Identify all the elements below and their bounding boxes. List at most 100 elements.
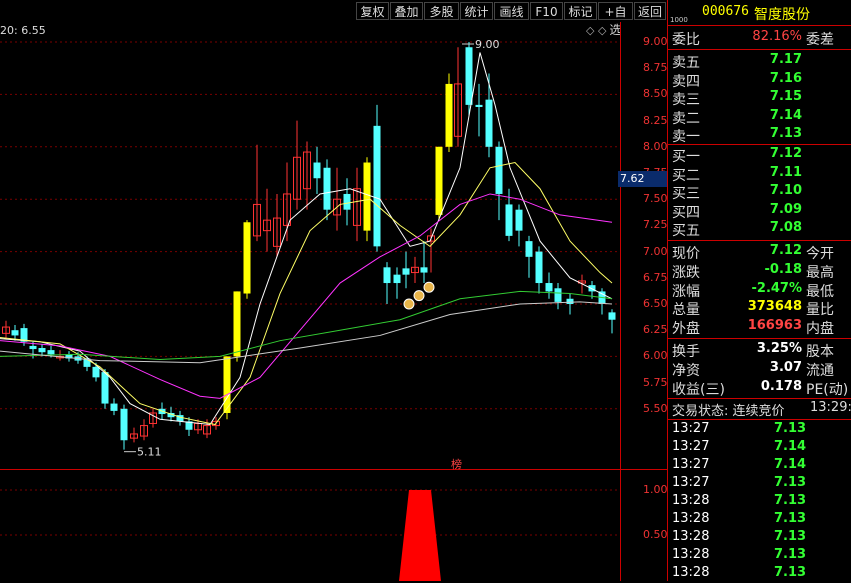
- chart-control-icons[interactable]: ◇ ◇: [586, 24, 606, 37]
- stat2-row-0-value: 3.25%: [756, 341, 802, 356]
- bid-row-3[interactable]: 买三 7.10: [668, 183, 851, 202]
- toolbar-button-6[interactable]: 标记: [564, 2, 597, 20]
- stat-row-0-label2: 今开: [806, 246, 834, 262]
- toolbar-button-3[interactable]: 统计: [460, 2, 493, 20]
- ask-row-5[interactable]: 卖五 7.17: [668, 52, 851, 71]
- ask-row-1[interactable]: 卖一 7.13: [668, 126, 851, 145]
- tick-row[interactable]: 13:27 7.14: [668, 439, 851, 457]
- money-bag-icon: [423, 281, 435, 293]
- tick-price: 7.13: [774, 511, 807, 526]
- tick-row[interactable]: 13:28 7.13: [668, 493, 851, 511]
- candle-body: [363, 162, 371, 231]
- stat-row-4-label: 外盘: [672, 321, 700, 338]
- stock-name[interactable]: 智度股份: [754, 4, 810, 24]
- bid-row-2-label: 买二: [672, 167, 700, 184]
- toolbar-button-4[interactable]: 画线: [494, 2, 529, 20]
- price-tick: 6.25: [643, 323, 668, 337]
- candle-body: [101, 372, 109, 404]
- candle-body: [608, 312, 616, 320]
- separator: [668, 398, 851, 399]
- candle-body: [445, 83, 453, 147]
- stat2-row-2-value: 0.178: [760, 378, 802, 394]
- toolbar-button-7[interactable]: +自选: [598, 2, 633, 37]
- candle-body: [515, 209, 523, 231]
- candle-body: [495, 146, 503, 194]
- stat2-row-1: 净资 3.07 流通: [668, 360, 851, 379]
- candle-body: [525, 241, 533, 257]
- ask-row-2-price: 7.14: [769, 107, 802, 123]
- stat2-row-1-label2: 流通: [806, 362, 834, 379]
- stat-row-2-label2: 最低: [806, 283, 834, 300]
- stat-row-3-label2: 量比: [806, 302, 834, 319]
- tick-time: 13:28: [672, 529, 710, 544]
- separator: [668, 419, 851, 420]
- price-tick: 6.00: [643, 349, 668, 363]
- stat-row-1: 涨跌 -0.18 最高: [668, 261, 851, 281]
- weibi-value: 82.16%: [752, 29, 802, 44]
- bid-row-5[interactable]: 买五 7.08: [668, 220, 851, 239]
- volume-chart[interactable]: [0, 470, 620, 581]
- separator: [668, 240, 851, 241]
- code-prefix: 1000: [670, 16, 688, 24]
- tick-price: 7.13: [774, 565, 807, 580]
- stat2-row-2-label: 收益(三): [672, 381, 725, 398]
- candle-body: [393, 274, 401, 284]
- stock-code[interactable]: 000676: [702, 4, 749, 19]
- stat2-row-0-label: 换手: [672, 344, 700, 360]
- tick-price: 7.14: [774, 439, 807, 454]
- tick-time: 13:27: [672, 457, 710, 472]
- stat-row-4-value: 166963: [747, 318, 802, 334]
- bid-row-4[interactable]: 买四 7.09: [668, 202, 851, 221]
- toolbar-button-2[interactable]: 多股: [424, 2, 459, 20]
- tick-row[interactable]: 13:28 7.13: [668, 547, 851, 565]
- price-tick: 8.25: [643, 113, 668, 127]
- stat-row-1-label: 涨跌: [672, 264, 700, 281]
- price-tick: 5.75: [643, 375, 668, 389]
- bid-row-2-price: 7.11: [769, 164, 802, 180]
- candle-body: [435, 146, 443, 215]
- stat-row-2-label: 涨幅: [672, 283, 700, 300]
- volume-bar: [399, 490, 441, 581]
- ask-row-3[interactable]: 卖三 7.15: [668, 89, 851, 108]
- ask-row-4[interactable]: 卖四 7.16: [668, 71, 851, 90]
- candle-body: [47, 350, 55, 355]
- high-price-label: 9.00: [475, 38, 500, 51]
- candle-body: [475, 104, 483, 107]
- trade-status: 交易状态: 连续竞价: [672, 404, 785, 419]
- stat-row-2: 涨幅 -2.47% 最低: [668, 281, 851, 300]
- chart-toolbar: 复权 叠加 多股 统计 画线 F10 标记 +自选 返回: [0, 0, 667, 37]
- volume-tick: 1.00: [643, 483, 668, 496]
- price-tick: 6.75: [643, 270, 668, 284]
- price-tick: 8.00: [643, 139, 668, 153]
- money-bag-icon: [403, 298, 415, 310]
- candle-body: [420, 267, 428, 273]
- candle-body: [402, 268, 410, 275]
- tick-row[interactable]: 13:28 7.13: [668, 529, 851, 547]
- tick-row[interactable]: 13:27 7.13: [668, 421, 851, 439]
- candle-body: [243, 222, 251, 294]
- candle-body: [535, 251, 543, 284]
- tick-row[interactable]: 13:28 7.13: [668, 565, 851, 583]
- toolbar-button-8[interactable]: 返回: [634, 2, 666, 20]
- toolbar-button-5[interactable]: F10: [530, 2, 563, 20]
- price-tick: 7.00: [643, 244, 668, 258]
- tick-row[interactable]: 13:27 7.14: [668, 457, 851, 475]
- tick-row[interactable]: 13:28 7.13: [668, 511, 851, 529]
- stat2-row-1-label: 净资: [672, 362, 700, 379]
- tick-row[interactable]: 13:27 7.13: [668, 475, 851, 493]
- bid-row-1[interactable]: 买一 7.12: [668, 146, 851, 165]
- stat-row-1-value: -0.18: [764, 261, 802, 277]
- toolbar-button-1[interactable]: 叠加: [390, 2, 423, 20]
- price-tick: 8.50: [643, 87, 668, 101]
- stat-row-4-label2: 内盘: [806, 321, 834, 338]
- trade-status-row: 交易状态: 连续竞价 13:29:: [668, 400, 851, 419]
- ask-row-2[interactable]: 卖二 7.14: [668, 107, 851, 127]
- bid-row-5-price: 7.08: [769, 220, 802, 235]
- stat-row-3: 总量 373648 量比: [668, 299, 851, 319]
- bid-row-2[interactable]: 买二 7.11: [668, 164, 851, 184]
- candlestick-chart[interactable]: 5.11 9.00: [0, 22, 620, 469]
- candle-body: [545, 283, 553, 292]
- candle-body: [485, 99, 493, 147]
- money-bag-icon: [413, 290, 425, 302]
- toolbar-button-0[interactable]: 复权: [356, 2, 389, 20]
